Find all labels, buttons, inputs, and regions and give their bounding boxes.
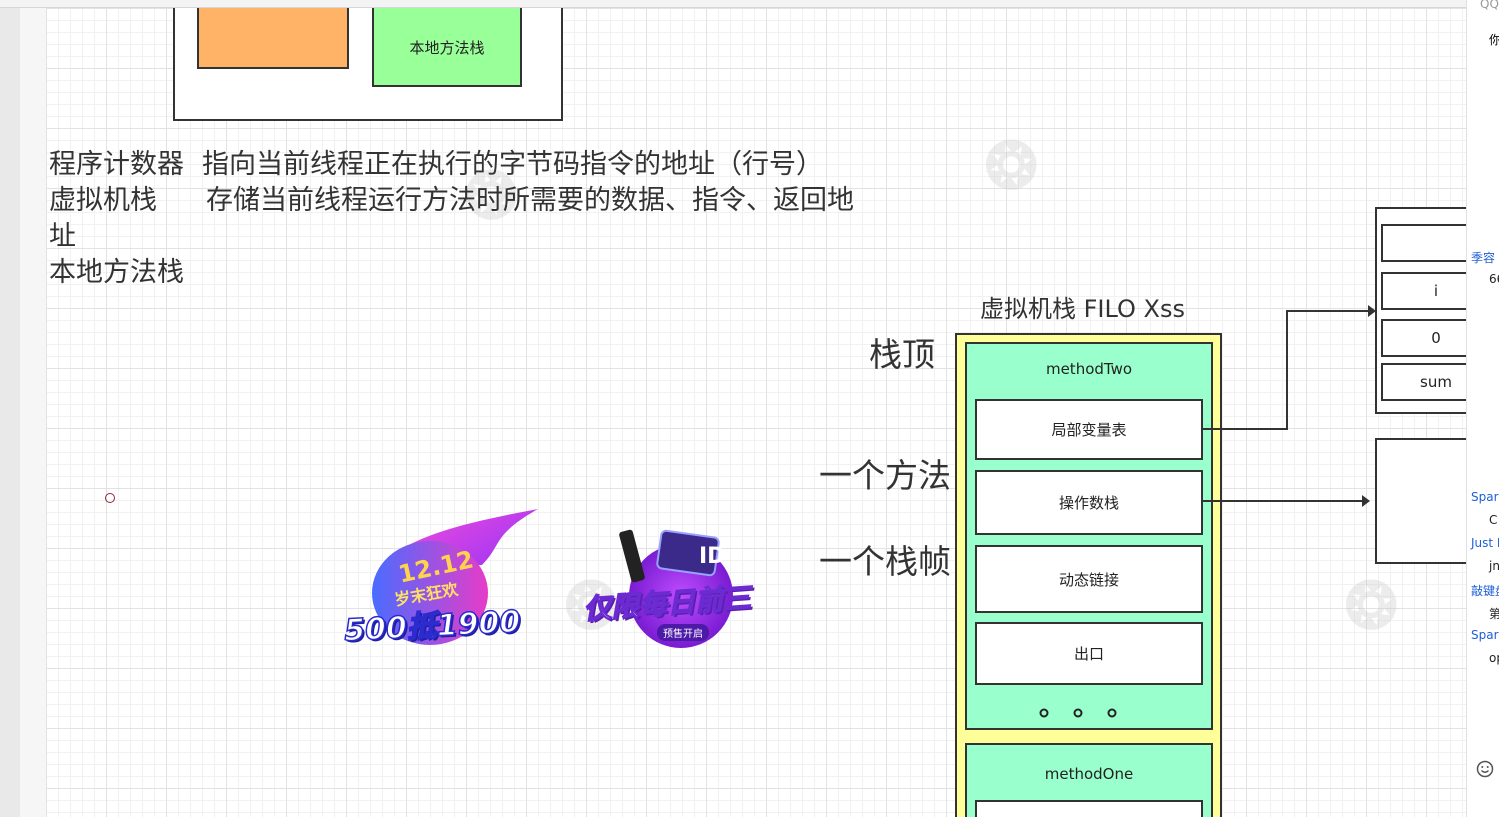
chat-item[interactable]: op	[1489, 651, 1499, 665]
chat-item[interactable]: C	[1489, 513, 1497, 527]
chat-item[interactable]: 季容	[1471, 249, 1495, 266]
right-chat-panel[interactable]: QQ 你 季容 66 Spar C Just I jn 敲键盘 第 Spar o…	[1466, 0, 1499, 817]
chat-item[interactable]: 敲键盘	[1471, 582, 1499, 599]
chat-item[interactable]: 66	[1489, 272, 1499, 286]
top-ruler	[0, 0, 1466, 8]
smiley-icon[interactable]	[1476, 760, 1494, 778]
drawing-canvas[interactable]: ❂ ❂ ❂ ❂ 本地方法栈 程序计数器 指向当前线程正在执行的字节码指令的地址（行…	[46, 8, 1466, 817]
arrow-head-icon	[1362, 495, 1370, 507]
chat-item[interactable]: 你	[1489, 31, 1499, 48]
chat-item[interactable]: jn	[1489, 559, 1499, 573]
left-ruler	[20, 0, 46, 817]
connector-arrows	[1203, 305, 1376, 507]
chat-item[interactable]: Spar	[1471, 628, 1499, 642]
left-gutter	[0, 0, 21, 817]
chat-item[interactable]: Spar	[1471, 490, 1499, 504]
panel-top-label: QQ	[1480, 0, 1499, 11]
arrow-head-icon	[1368, 305, 1376, 317]
chat-item[interactable]: 第	[1489, 605, 1499, 622]
chat-item[interactable]: Just I	[1471, 536, 1499, 550]
